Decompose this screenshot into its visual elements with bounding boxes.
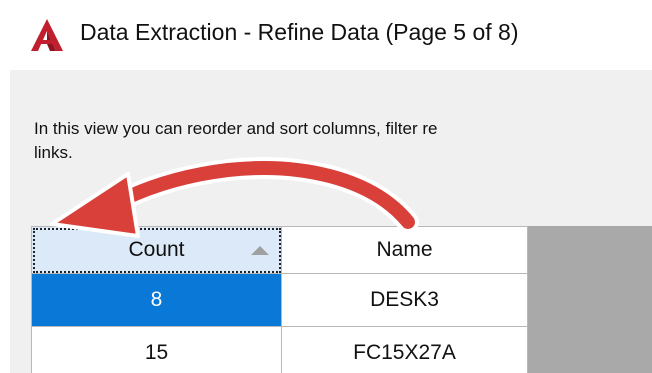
name-cell[interactable]: DESK3 — [281, 273, 528, 327]
sort-ascending-icon[interactable] — [251, 246, 269, 255]
title-bar: Data Extraction - Refine Data (Page 5 of… — [0, 0, 652, 70]
autocad-logo-icon — [31, 19, 63, 51]
data-grid[interactable]: Count Name 8 DESK3 15 FC15X27A — [31, 226, 652, 373]
instructions-text: In this view you can reorder and sort co… — [34, 119, 438, 162]
data-table: Count Name 8 DESK3 15 FC15X27A — [31, 226, 528, 373]
column-header-name[interactable]: Name — [281, 226, 528, 274]
count-cell[interactable]: 15 — [31, 326, 282, 373]
column-header-count[interactable]: Count — [31, 226, 282, 274]
column-header-label: Name — [376, 238, 433, 261]
header-row: Count Name — [31, 226, 528, 274]
column-header-label: Count — [128, 238, 185, 261]
table-row[interactable]: 8 DESK3 — [31, 273, 528, 327]
window-title: Data Extraction - Refine Data (Page 5 of… — [80, 19, 519, 45]
table-row[interactable]: 15 FC15X27A — [31, 326, 528, 373]
name-cell[interactable]: FC15X27A — [281, 326, 528, 373]
dialog-content: In this view you can reorder and sort co… — [10, 70, 652, 373]
count-cell[interactable]: 8 — [31, 273, 282, 327]
